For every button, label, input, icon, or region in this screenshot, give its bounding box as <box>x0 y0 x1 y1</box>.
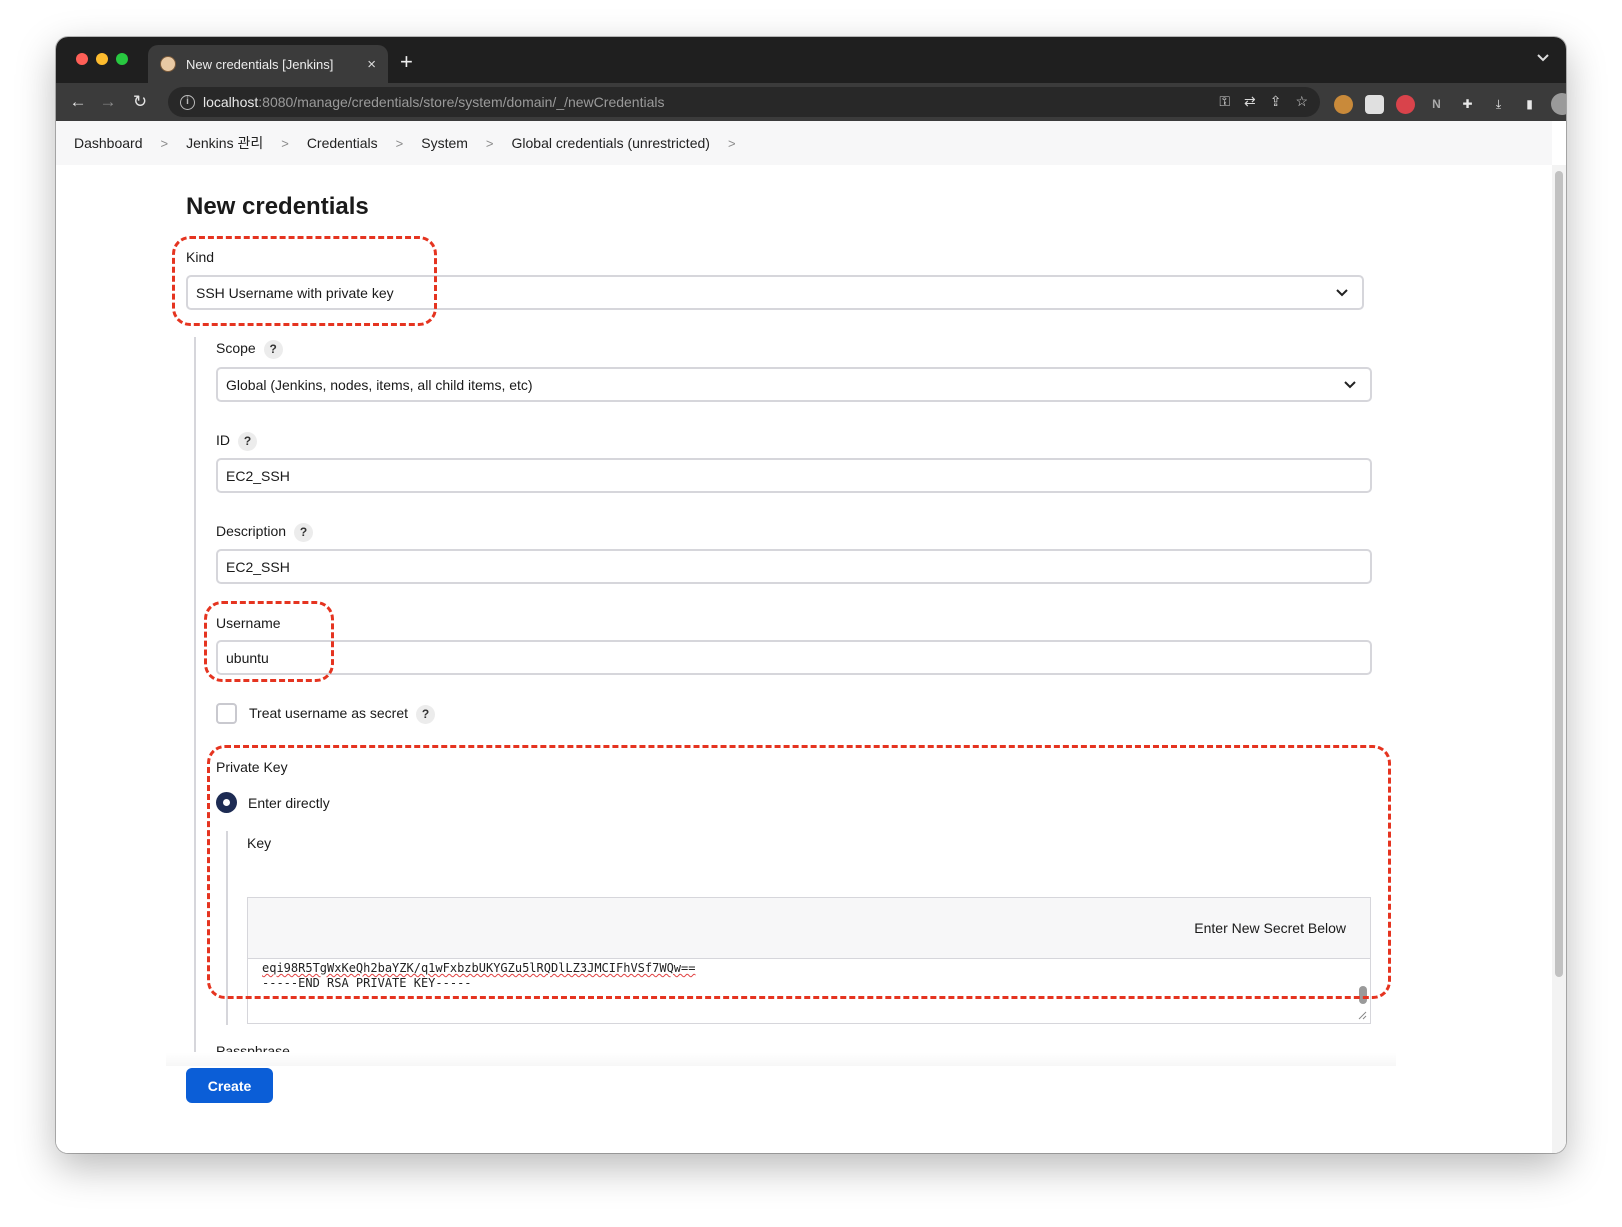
breadcrumb-credentials[interactable]: Credentials <box>307 135 378 151</box>
chevron-right-icon: > <box>395 135 404 151</box>
extension-icon[interactable]: N <box>1427 95 1446 114</box>
breadcrumb-system[interactable]: System <box>421 135 468 151</box>
back-button[interactable]: ← <box>66 90 90 114</box>
omnibox-actions: ⚿ ⇄ ⇪ ☆ <box>1219 93 1308 110</box>
description-help-icon[interactable]: ? <box>294 523 314 542</box>
id-label: ID? <box>216 432 257 451</box>
browser-toolbar: ← → ↻ i localhost:8080/manage/credential… <box>56 83 1566 121</box>
share-icon[interactable]: ⇪ <box>1270 93 1282 110</box>
tab-search-icon[interactable] <box>1536 51 1550 66</box>
chevron-down-icon <box>1344 381 1356 389</box>
profile-avatar[interactable] <box>1551 93 1566 115</box>
treat-username-secret-label: Treat username as secret? <box>249 705 435 724</box>
breadcrumb-manage-jenkins[interactable]: Jenkins 관리 <box>186 133 263 153</box>
tab-close-icon[interactable]: × <box>367 56 376 73</box>
address-bar[interactable]: i localhost:8080/manage/credentials/stor… <box>168 87 1320 117</box>
forward-button[interactable]: → <box>96 90 120 114</box>
treat-secret-help-icon[interactable]: ? <box>416 705 435 724</box>
description-input-value: EC2_SSH <box>226 558 290 575</box>
side-panel-icon[interactable]: ▮ <box>1520 95 1539 114</box>
star-bookmark-icon[interactable]: ☆ <box>1295 93 1308 110</box>
description-label: Description? <box>216 523 314 542</box>
resize-grip-icon[interactable] <box>1357 1010 1367 1020</box>
bottom-app-bar <box>56 1052 1552 1153</box>
tab-title: New credentials [Jenkins] <box>186 56 334 72</box>
active-tab[interactable]: New credentials [Jenkins] × <box>148 45 388 83</box>
chevron-down-icon <box>1336 289 1348 297</box>
chevron-right-icon: > <box>485 135 494 151</box>
tab-strip: New credentials [Jenkins] × + <box>56 37 1566 83</box>
extension-icon[interactable] <box>1365 94 1384 114</box>
screenshot-stage: New credentials [Jenkins] × + ← → ↻ i lo… <box>0 0 1622 1227</box>
id-input-value: EC2_SSH <box>226 467 290 484</box>
new-tab-button[interactable]: + <box>400 49 413 75</box>
breadcrumb-dashboard[interactable]: Dashboard <box>74 135 143 151</box>
create-button[interactable]: Create <box>186 1068 273 1103</box>
id-help-icon[interactable]: ? <box>238 432 257 451</box>
bottom-bar-shadow <box>166 1052 1396 1066</box>
close-window-button[interactable] <box>76 53 88 65</box>
extension-icon[interactable] <box>1396 94 1415 114</box>
scope-help-icon[interactable]: ? <box>263 340 283 359</box>
breadcrumb: Dashboard > Jenkins 관리 > Credentials > Syst… <box>56 121 1552 165</box>
download-icon[interactable]: ⤓ <box>1489 95 1508 114</box>
zoom-window-button[interactable] <box>116 53 128 65</box>
jenkins-page: Dashboard > Jenkins 관리 > Credentials > Syst… <box>56 121 1566 1153</box>
chevron-right-icon[interactable]: > <box>728 136 736 151</box>
chevron-right-icon: > <box>281 135 289 151</box>
key-icon[interactable]: ⚿ <box>1219 93 1230 110</box>
username-input[interactable]: ubuntu <box>216 640 1372 675</box>
scope-selected-value: Global (Jenkins, nodes, items, all child… <box>226 376 533 393</box>
id-input[interactable]: EC2_SSH <box>216 458 1372 493</box>
site-info-icon[interactable]: i <box>180 94 195 110</box>
scope-select[interactable]: Global (Jenkins, nodes, items, all child… <box>216 367 1372 402</box>
extensions-area: N ✚ ⤓ ▮ ⋮ <box>1334 93 1566 115</box>
reload-button[interactable]: ↻ <box>128 90 152 114</box>
translate-icon[interactable]: ⇄ <box>1244 93 1256 110</box>
treat-username-secret-checkbox[interactable] <box>216 703 237 724</box>
cookie-extension-icon[interactable] <box>1334 94 1353 114</box>
private-key-annotation-box <box>207 745 1391 999</box>
username-annotation-box <box>204 601 334 682</box>
kind-annotation-box <box>172 236 437 326</box>
minimize-window-button[interactable] <box>96 53 108 65</box>
chevron-right-icon: > <box>160 135 169 151</box>
puzzle-extensions-icon[interactable]: ✚ <box>1458 95 1477 114</box>
scope-label: Scope? <box>216 340 283 359</box>
browser-window: New credentials [Jenkins] × + ← → ↻ i lo… <box>56 37 1566 1153</box>
nested-fields-indent <box>194 337 196 1053</box>
page-title: New credentials <box>186 193 369 220</box>
breadcrumb-global-credentials[interactable]: Global credentials (unrestricted) <box>512 135 710 151</box>
description-input[interactable]: EC2_SSH <box>216 549 1372 584</box>
jenkins-favicon-icon <box>160 56 176 72</box>
page-scrollbar-thumb[interactable] <box>1555 171 1563 977</box>
url-text[interactable]: localhost:8080/manage/credentials/store/… <box>203 94 664 110</box>
